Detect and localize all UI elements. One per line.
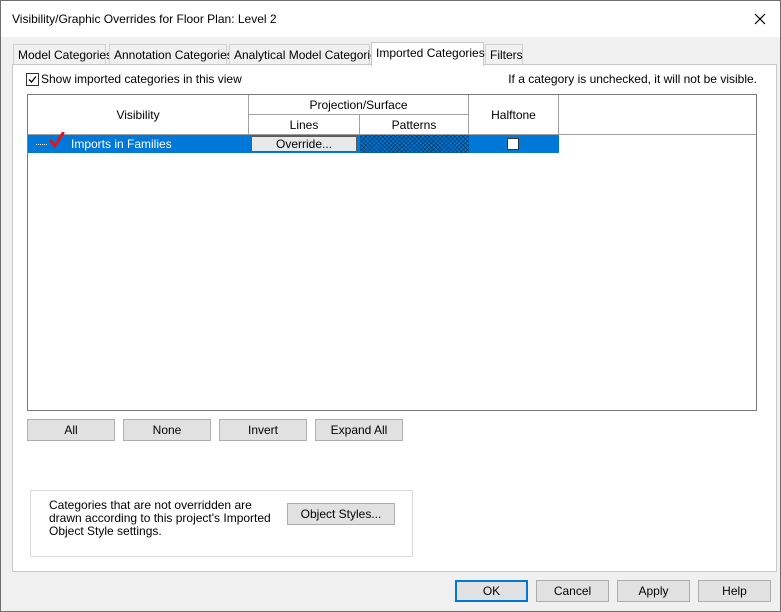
visibility-hint: If a category is unchecked, it will not … — [508, 72, 757, 86]
cancel-button[interactable]: Cancel — [536, 580, 609, 602]
show-imported-row[interactable]: Show imported categories in this view — [26, 72, 242, 86]
show-imported-label: Show imported categories in this view — [41, 72, 242, 86]
row-patterns-cell[interactable] — [360, 135, 469, 153]
object-styles-group: Categories that are not overridden are d… — [30, 490, 413, 557]
halftone-checkbox[interactable] — [507, 138, 519, 150]
apply-button[interactable]: Apply — [617, 580, 690, 602]
header-lines[interactable]: Lines — [249, 115, 360, 135]
override-lines-button[interactable]: Override... — [251, 136, 357, 152]
object-styles-note: Categories that are not overridden are d… — [49, 498, 271, 538]
show-imported-checkbox[interactable] — [26, 72, 39, 86]
none-button[interactable]: None — [123, 419, 211, 441]
dialog-title: Visibility/Graphic Overrides for Floor P… — [12, 12, 277, 26]
tab-imported-categories[interactable]: Imported Categories — [371, 42, 485, 66]
header-blank — [559, 95, 756, 135]
close-button[interactable] — [748, 7, 772, 31]
red-checkmark-icon[interactable] — [49, 132, 65, 150]
tab-model-categories[interactable]: Model Categories — [13, 44, 112, 65]
row-visibility-cell[interactable]: Imports in Families — [28, 132, 249, 153]
categories-grid: Visibility Projection/Surface Lines Patt… — [27, 94, 757, 411]
header-projection-surface: Projection/Surface — [249, 95, 469, 115]
row-lines-cell[interactable]: Override... — [249, 135, 360, 153]
invert-button[interactable]: Invert — [219, 419, 307, 441]
all-button[interactable]: All — [27, 419, 115, 441]
tree-line — [36, 144, 47, 145]
expand-all-button[interactable]: Expand All — [315, 419, 403, 441]
ok-button[interactable]: OK — [455, 580, 528, 602]
object-styles-button[interactable]: Object Styles... — [287, 503, 395, 525]
dialog-window: Visibility/Graphic Overrides for Floor P… — [0, 0, 781, 612]
header-patterns[interactable]: Patterns — [360, 115, 469, 135]
title-bar: Visibility/Graphic Overrides for Floor P… — [1, 1, 780, 37]
tab-annotation-categories[interactable]: Annotation Categories — [109, 44, 233, 65]
tab-filters[interactable]: Filters — [485, 44, 523, 65]
row-halftone-cell[interactable] — [469, 135, 559, 153]
header-visibility[interactable]: Visibility — [28, 95, 249, 135]
header-halftone[interactable]: Halftone — [469, 95, 559, 135]
row-category-label: Imports in Families — [71, 137, 172, 151]
imported-categories-panel: Show imported categories in this view If… — [12, 64, 777, 572]
help-button[interactable]: Help — [698, 580, 771, 602]
checkbox-checked-icon — [28, 75, 37, 83]
tab-analytical-model-categories[interactable]: Analytical Model Categories — [229, 44, 383, 65]
close-icon — [754, 13, 766, 25]
